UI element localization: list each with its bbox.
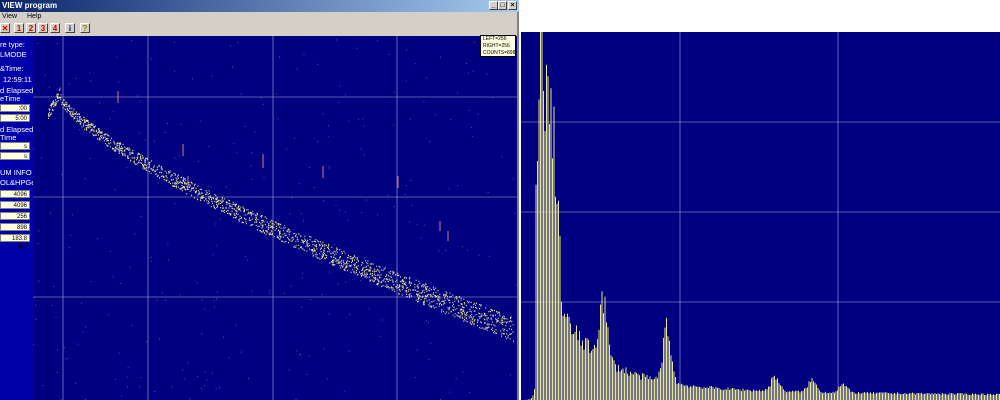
view-2-button[interactable]: 2 (26, 23, 36, 33)
info-field[interactable]: 4096 (0, 201, 30, 209)
blank-area (521, 0, 1000, 32)
clear-button[interactable]: ✕ (0, 23, 10, 33)
info-field[interactable]: 256 (0, 212, 30, 220)
view-4-button[interactable]: 4 (50, 23, 60, 33)
title-bar: VIEW program _ □ × (0, 0, 519, 12)
elapsed-field[interactable]: s (0, 142, 30, 150)
info-field[interactable]: 4096 (0, 190, 30, 198)
close-button[interactable]: × (508, 1, 517, 10)
histogram-bars (525, 32, 1000, 400)
view-1-button[interactable]: 1 (14, 23, 24, 33)
detector-label: OL&HPGe (0, 178, 33, 187)
scatter-points (48, 87, 514, 342)
tooltip-counts: COUNTS=898 (483, 50, 516, 56)
time-label: &Time: (0, 64, 24, 73)
scatter-svg (33, 36, 517, 400)
type-value: LMODE (0, 50, 27, 59)
info-field[interactable]: 898 (0, 223, 30, 231)
elapsed-field[interactable]: :00 (0, 104, 30, 112)
info-field[interactable]: 183.8 keV (0, 234, 30, 250)
time-value: 12:59:11 (3, 75, 32, 84)
histogram-plot[interactable] (521, 32, 1000, 400)
tooltip-left: LEFT=256 (483, 36, 507, 42)
elapsed-field[interactable]: 5:00 (0, 114, 30, 122)
elapsed-label: eTime (0, 94, 21, 103)
maximize-button[interactable]: □ (498, 1, 507, 10)
info-button[interactable]: i (65, 23, 75, 33)
menu-help[interactable]: Help (27, 13, 41, 20)
spectrum-info-label: UM INFO (0, 168, 32, 177)
menu-bar: View Help (0, 12, 47, 22)
elapsed-field[interactable]: s (0, 152, 30, 160)
background-points (33, 36, 517, 400)
elapsed-label: Time (0, 133, 17, 142)
view-3-button[interactable]: 3 (38, 23, 48, 33)
spectrum-view-window: VIEW program _ □ × View Help ✕ 1 2 3 4 i… (0, 0, 519, 400)
tooltip-right: RIGHT=256 (483, 43, 510, 49)
window-title: VIEW program (2, 1, 58, 10)
histogram-svg (521, 32, 1000, 400)
menu-view[interactable]: View (2, 13, 17, 20)
toolbar: ✕ 1 2 3 4 i ? (0, 22, 519, 35)
help-button[interactable]: ? (80, 23, 90, 33)
scatter-plot[interactable] (33, 36, 517, 400)
minimize-button[interactable]: _ (489, 1, 498, 10)
cursor-tooltip: LEFT=256 RIGHT=256 COUNTS=898 (480, 35, 516, 57)
type-label: re type: (0, 40, 26, 49)
info-panel: re type: LMODE &Time: 12:59:11 d Elapsed… (0, 36, 33, 400)
